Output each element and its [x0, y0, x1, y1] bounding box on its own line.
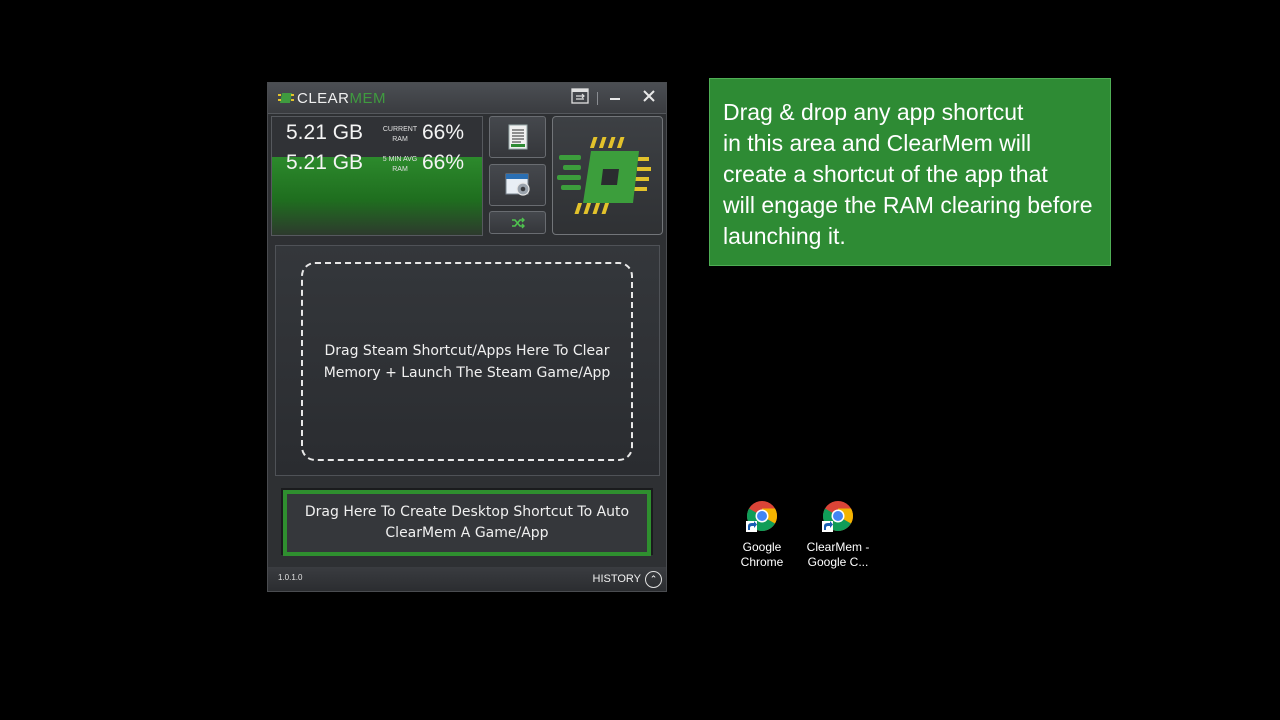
desktop-icon-label: Chrome — [740, 555, 784, 569]
settings-window-button[interactable] — [570, 88, 590, 108]
clearmem-window: CLEARMEM 5.21 GB CURRENT RAM 66% 5.21 GB… — [268, 83, 666, 591]
minimize-button[interactable] — [605, 88, 625, 108]
help-callout: Drag & drop any app shortcut in this are… — [709, 78, 1111, 266]
steam-drop-zone-text: Drag Steam Shortcut/Apps Here To Clear M… — [323, 342, 611, 381]
footer-bar: 1.0.1.0 HISTORY ⌃ — [268, 567, 666, 591]
shuffle-icon — [511, 217, 525, 228]
title-bar[interactable]: CLEARMEM — [268, 83, 666, 114]
current-ram-percent: 66% — [422, 121, 465, 144]
close-icon — [643, 90, 655, 102]
log-button[interactable] — [489, 116, 546, 158]
desktop-icon-google-chrome[interactable]: Google Chrome — [726, 500, 798, 570]
callout-line: Drag & drop any app shortcut — [723, 99, 1024, 125]
shuffle-button[interactable] — [489, 211, 546, 234]
desktop-shortcut-drop-target[interactable]: Drag Here To Create Desktop Shortcut To … — [283, 490, 651, 556]
callout-line: create a shortcut of the app that — [723, 161, 1048, 187]
callout-line: launching it. — [723, 223, 846, 249]
close-button[interactable] — [639, 88, 659, 108]
window-settings-icon — [571, 88, 589, 104]
chip-logo-icon — [278, 90, 294, 106]
avg-ram-value: 5.21 GB — [286, 151, 364, 174]
steam-drop-zone[interactable]: Drag Steam Shortcut/Apps Here To Clear M… — [301, 262, 633, 461]
window-gear-icon — [505, 173, 530, 196]
clear-memory-button[interactable] — [552, 116, 663, 235]
history-button[interactable]: HISTORY ⌃ — [592, 570, 662, 588]
desktop-shortcut-zone: Drag Here To Create Desktop Shortcut To … — [281, 488, 653, 556]
desktop-shortcut-zone-text: Drag Here To Create Desktop Shortcut To … — [304, 504, 630, 541]
title-separator — [597, 92, 598, 105]
history-label: HISTORY — [592, 573, 642, 585]
minimize-icon — [610, 98, 620, 100]
avg-ram-row: 5.21 GB 5 MIN AVG RAM 66% — [286, 151, 476, 177]
chrome-icon — [822, 501, 853, 532]
memory-chip-icon — [557, 137, 651, 214]
document-icon — [508, 124, 527, 150]
steam-drop-panel: Drag Steam Shortcut/Apps Here To Clear M… — [275, 245, 660, 476]
desktop-icon-clearmem-chrome[interactable]: ClearMem - Google C... — [802, 500, 874, 570]
desktop-icon-label: ClearMem - — [806, 540, 870, 554]
ram-stats-panel: 5.21 GB CURRENT RAM 66% 5.21 GB 5 MIN AV… — [271, 116, 483, 236]
chevron-up-icon: ⌃ — [645, 570, 662, 588]
current-ram-row: 5.21 GB CURRENT RAM 66% — [286, 121, 476, 147]
app-logo: CLEARMEM — [278, 89, 386, 107]
callout-line: in this area and ClearMem will — [723, 130, 1032, 156]
callout-line: will engage the RAM clearing before — [723, 192, 1093, 218]
current-ram-label: CURRENT RAM — [382, 126, 418, 143]
avg-ram-label: 5 MIN AVG RAM — [382, 156, 418, 173]
avg-ram-percent: 66% — [422, 151, 465, 174]
app-name: CLEARMEM — [297, 89, 387, 107]
version-label: 1.0.1.0 — [278, 573, 303, 582]
desktop-icon-label: Google — [742, 540, 782, 554]
window-settings-button[interactable] — [489, 164, 546, 206]
chrome-icon — [746, 501, 777, 532]
current-ram-value: 5.21 GB — [286, 121, 364, 144]
desktop-icon-label: Google C... — [807, 555, 869, 569]
